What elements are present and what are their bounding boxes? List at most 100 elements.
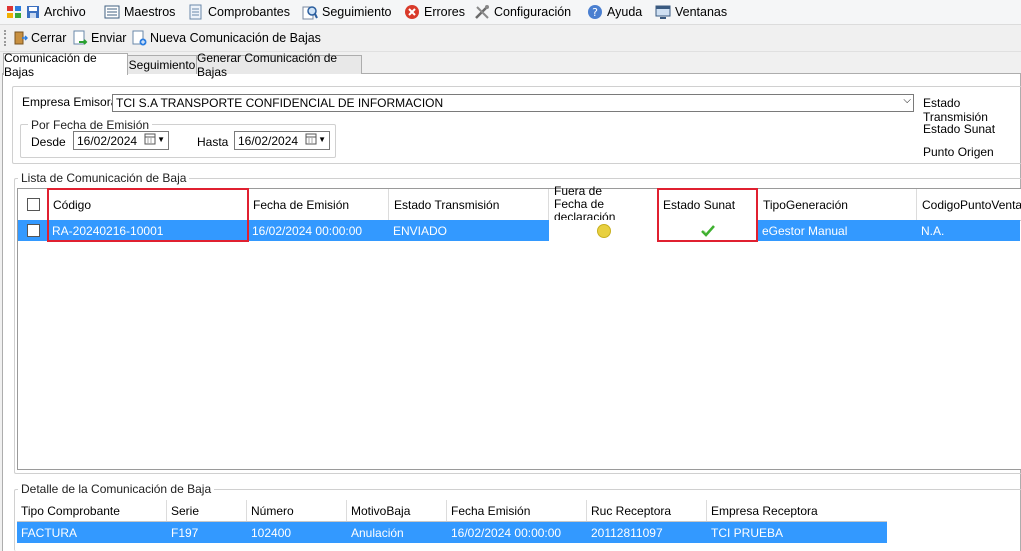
col-label: Número [251,503,294,518]
menu-label: Ayuda [607,5,643,19]
calendar-dropdown[interactable]: ▼ [305,133,326,145]
send-button-label: Enviar [91,31,127,45]
menu-archivo[interactable]: Archivo [6,3,86,21]
menu-seguimiento[interactable]: Seguimiento [302,3,392,21]
col-estado-transmision[interactable]: Estado Transmisión [389,189,549,220]
desde-date-picker[interactable]: 16/02/2024 ▼ [73,131,169,150]
col-codigo-punto-venta[interactable]: CodigoPuntoVenta [917,189,1021,220]
empresa-emisora-value: TCI S.A TRANSPORTE CONFIDENCIAL DE INFOR… [116,96,444,110]
col-label: Empresa Receptora [711,503,818,518]
col-label: TipoGeneración [763,197,848,212]
menu-label: Errores [424,5,465,19]
tab-generar-comunicacion[interactable]: Generar Comunicación de Bajas [196,51,362,79]
ayuda-icon: ? [587,4,603,20]
cell-empresa: TCI PRUEBA [707,522,887,543]
menu-maestros[interactable]: Maestros [104,3,175,21]
cell-text: FACTURA [21,525,78,540]
select-all-checkbox[interactable] [27,198,40,211]
close-door-icon [12,30,29,46]
send-icon [72,30,88,46]
menu-configuracion[interactable]: Configuración [474,3,571,21]
menu-label: Maestros [124,5,176,19]
close-button-label: Cerrar [31,31,67,45]
empresa-emisora-select[interactable]: TCI S.A TRANSPORTE CONFIDENCIAL DE INFOR… [112,94,914,112]
cell-numero: 102400 [247,522,347,543]
detalle-group-title: Detalle de la Comunicación de Baja [18,482,215,496]
tab-comunicacion-bajas[interactable]: Comunicación de Bajas [3,51,128,79]
punto-origen-filter-label: Punto Origen [923,145,994,159]
cell-text: eGestor Manual [762,223,848,238]
lista-grid[interactable]: Código Fecha de Emisión Estado Transmisi… [17,185,1021,470]
cell-text: 16/02/2024 00:00:00 [451,525,562,540]
menu-comprobantes[interactable]: Comprobantes [188,3,290,21]
send-button[interactable]: Enviar [72,29,126,47]
col-numero[interactable]: Número [247,500,347,521]
desde-value: 16/02/2024 [77,133,138,148]
col-label: Tipo Comprobante [21,503,120,518]
menu-errores[interactable]: Errores [404,3,465,21]
cell-text: N.A. [921,223,945,238]
close-button[interactable]: Cerrar [12,29,66,47]
tab-label: Generar Comunicación de Bajas [197,51,338,79]
menu-label: Seguimiento [322,5,392,19]
calendar-dropdown[interactable]: ▼ [144,133,165,145]
toolbar-grip[interactable] [4,30,8,46]
col-fuera-fecha[interactable]: Fuera de Fecha de declaración [549,185,658,224]
row-checkbox[interactable] [27,224,40,237]
calendar-icon [305,133,317,145]
cell-text: 102400 [251,525,292,540]
col-label: Fuera de Fecha de declaración [554,184,616,224]
ventanas-icon [655,4,671,20]
cell-text: TCI PRUEBA [711,525,784,540]
col-motivo-baja[interactable]: MotivoBaja [347,500,447,521]
archivo-icon [6,4,22,20]
estado-sunat-highlight-box [657,188,758,242]
hasta-value: 16/02/2024 [238,133,299,148]
col-fecha-emision-detalle[interactable]: Fecha Emisión [447,500,587,521]
new-comunicacion-button[interactable]: Nueva Comunicación de Bajas [131,29,321,47]
col-ruc-receptora[interactable]: Ruc Receptora [587,500,707,521]
svg-text:?: ? [592,6,598,19]
tab-seguimiento[interactable]: Seguimiento [127,55,197,74]
menu-ayuda[interactable]: ? Ayuda [587,3,642,21]
errores-icon [404,4,420,20]
cell-tipo: FACTURA [17,522,167,543]
menu-label: Archivo [44,5,86,19]
menu-ventanas[interactable]: Ventanas [655,3,727,21]
empresa-emisora-label: Empresa Emisora [22,95,118,109]
dropdown-arrow-icon: ▼ [157,134,165,144]
new-button-label: Nueva Comunicación de Bajas [150,31,321,45]
col-label: Serie [171,503,200,518]
calendar-icon [144,133,156,145]
dropdown-arrow-icon: ▼ [318,134,326,144]
fecha-emision-group-title: Por Fecha de Emisión [28,118,153,132]
cell-motivo: Anulación [347,522,447,543]
cell-text: Anulación [351,525,404,540]
menu-label: Ventanas [675,5,728,19]
tab-label: Comunicación de Bajas [4,50,97,79]
col-tipo-generacion[interactable]: TipoGeneración [758,189,917,220]
hasta-label: Hasta [197,135,229,149]
cell-text: 16/02/2024 00:00:00 [252,223,363,238]
select-all-header[interactable] [18,189,48,220]
col-empresa-receptora[interactable]: Empresa Receptora [707,500,887,521]
col-label: CodigoPuntoVenta [922,197,1021,212]
cell-estado-transmision: ENVIADO [389,220,549,241]
col-label: Fecha de Emisión [253,197,350,212]
cell-fecha: 16/02/2024 00:00:00 [447,522,587,543]
cell-text: 20112811097 [591,525,663,540]
configuracion-icon [474,4,490,20]
col-tipo-comprobante[interactable]: Tipo Comprobante [17,500,167,521]
codigo-highlight-box [47,188,249,242]
cell-serie: F197 [167,522,247,543]
table-row[interactable]: FACTURA F197 102400 Anulación 16/02/2024… [17,522,887,543]
col-label: Estado Transmisión [394,197,500,212]
col-fecha-emision[interactable]: Fecha de Emisión [248,189,389,220]
row-select-cell[interactable] [18,220,48,241]
detalle-grid[interactable]: Tipo Comprobante Serie Número MotivoBaja… [17,500,887,550]
estado-transmision-filter-label: Estado Transmisión [923,96,988,124]
comprobantes-icon [188,4,204,20]
save-icon [26,4,40,20]
hasta-date-picker[interactable]: 16/02/2024 ▼ [234,131,330,150]
col-serie[interactable]: Serie [167,500,247,521]
